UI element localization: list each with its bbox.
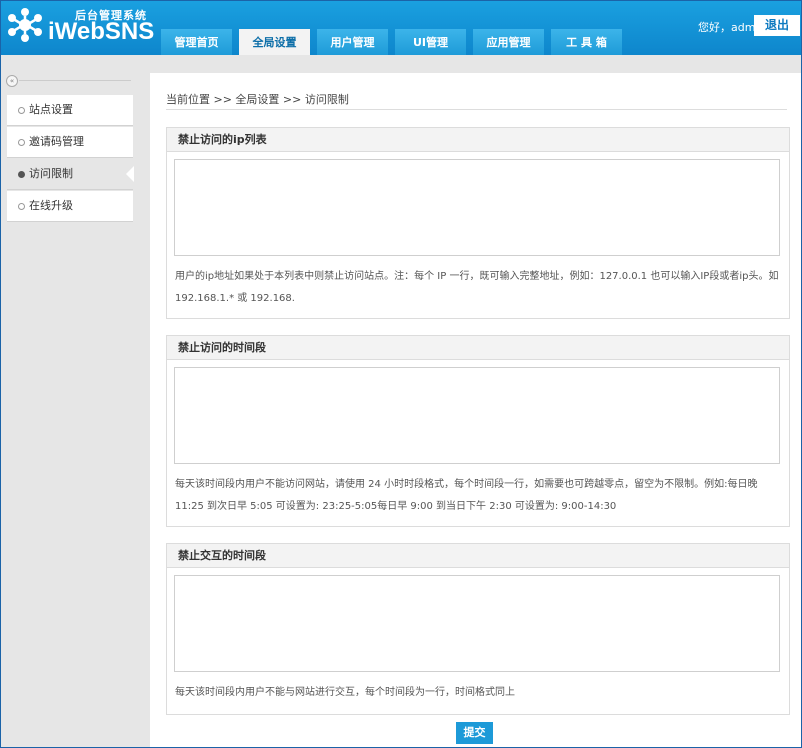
breadcrumb-divider [166,109,787,110]
sidebar-menu: 站点设置 邀请码管理 访问限制 在线升级 [7,95,134,223]
tab-ui-management[interactable]: UI管理 [395,29,466,55]
radio-dot-icon [18,203,25,210]
top-nav: 管理首页 全局设置 用户管理 UI管理 应用管理 工 具 箱 [161,29,622,55]
active-pointer-icon [126,166,134,182]
sidebar-item-access-restriction[interactable]: 访问限制 [7,159,134,190]
sidebar-item-label: 在线升级 [29,199,73,212]
sidebar-item-label: 邀请码管理 [29,135,84,148]
sidebar-item-online-upgrade[interactable]: 在线升级 [7,191,133,222]
radio-dot-icon [18,139,25,146]
section-note: 每天该时间段内用户不能访问网站，请使用 24 小时时段格式，每个时间段一行，如需… [175,479,758,512]
sidebar-item-invite-codes[interactable]: 邀请码管理 [7,127,133,158]
tab-toolbox[interactable]: 工 具 箱 [551,29,622,55]
submit-button[interactable]: 提交 [456,722,493,744]
section-banned-visit-time: 禁止访问的时间段 每天该时间段内用户不能访问网站，请使用 24 小时时段格式，每… [166,335,790,527]
section-title: 禁止访问的ip列表 [167,128,789,152]
header-bar: 后台管理系统 iWebSNS 管理首页 全局设置 用户管理 UI管理 应用管理 … [1,1,801,55]
logout-button[interactable]: 退出 [754,15,800,36]
banned-interaction-time-textarea[interactable] [174,575,780,672]
admin-window: 后台管理系统 iWebSNS 管理首页 全局设置 用户管理 UI管理 应用管理 … [0,0,802,748]
radio-dot-icon [18,107,25,114]
tab-global-settings[interactable]: 全局设置 [239,29,310,55]
section-title: 禁止访问的时间段 [167,336,789,360]
sidebar-item-site-settings[interactable]: 站点设置 [7,95,133,126]
section-note: 用户的ip地址如果处于本列表中则禁止访问站点。注：每个 IP 一行，既可输入完整… [175,271,779,304]
radio-dot-icon [18,171,25,178]
section-note: 每天该时间段内用户不能与网站进行交互，每个时间段为一行，时间格式同上 [175,687,515,698]
tab-app-management[interactable]: 应用管理 [473,29,544,55]
breadcrumb: 当前位置 >> 全局设置 >> 访问限制 [166,93,349,106]
section-title: 禁止交互的时间段 [167,544,789,568]
section-banned-ip: 禁止访问的ip列表 用户的ip地址如果处于本列表中则禁止访问站点。注：每个 IP… [166,127,790,319]
sidebar-divider [19,80,131,81]
tab-home[interactable]: 管理首页 [161,29,232,55]
banned-visit-time-textarea[interactable] [174,367,780,464]
logo-title: iWebSNS [48,18,155,45]
section-banned-interaction-time: 禁止交互的时间段 每天该时间段内用户不能与网站进行交互，每个时间段为一行，时间格… [166,543,790,715]
logo-icon [8,8,42,42]
sidebar-item-label: 站点设置 [29,103,73,116]
double-chevron-left-icon[interactable]: « [6,75,18,87]
banned-ip-textarea[interactable] [174,159,780,256]
sidebar-item-label: 访问限制 [29,167,73,180]
tab-user-management[interactable]: 用户管理 [317,29,388,55]
main-content: 当前位置 >> 全局设置 >> 访问限制 禁止访问的ip列表 用户的ip地址如果… [150,73,801,747]
